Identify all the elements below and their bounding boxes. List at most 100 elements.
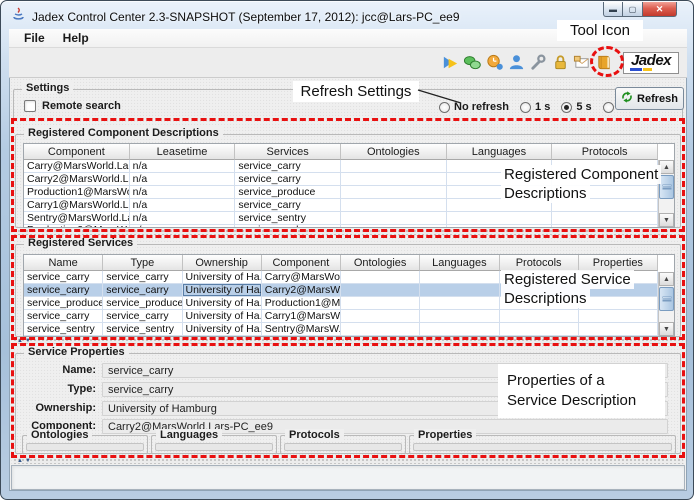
table-cell[interactable] xyxy=(341,225,447,228)
wrench-icon[interactable] xyxy=(528,52,549,74)
scroll-down-icon[interactable]: ▼ xyxy=(659,213,674,227)
message-icon[interactable] xyxy=(572,52,593,74)
table-cell[interactable]: University of Ha... xyxy=(183,284,262,297)
scroll-up-icon[interactable]: ▲ xyxy=(659,272,674,286)
table-cell[interactable] xyxy=(341,199,447,212)
table-cell[interactable] xyxy=(500,336,579,337)
table-cell[interactable]: University of Ha... xyxy=(183,297,262,310)
starter-icon[interactable] xyxy=(440,52,461,74)
table-cell[interactable] xyxy=(420,336,499,337)
table-cell[interactable] xyxy=(552,225,658,228)
table-cell[interactable]: University of Ha... xyxy=(183,310,262,323)
table-cell[interactable]: n/a xyxy=(130,186,236,199)
table-cell[interactable]: service_produce xyxy=(103,336,182,337)
column-header[interactable]: Languages xyxy=(420,255,499,271)
scheduler-icon[interactable] xyxy=(484,52,505,74)
column-header[interactable]: Component xyxy=(262,255,341,271)
table-cell[interactable]: service_carry xyxy=(103,284,182,297)
table-cell[interactable] xyxy=(500,323,579,336)
remote-search-checkbox[interactable]: Remote search xyxy=(24,100,121,112)
refresh-radio-1-s[interactable]: 1 s xyxy=(520,101,550,113)
table-cell[interactable] xyxy=(341,212,447,225)
table-row[interactable]: Production2@MarsWo...n/aservice_produce xyxy=(24,225,658,228)
column-header[interactable]: Name xyxy=(24,255,103,271)
column-header[interactable]: Properties xyxy=(579,255,658,271)
table-cell[interactable]: n/a xyxy=(130,225,236,228)
splitter-collapse-icon[interactable]: ▲ xyxy=(17,458,23,464)
user-icon[interactable] xyxy=(506,52,527,74)
table-cell[interactable] xyxy=(579,310,658,323)
splitter-3[interactable]: ▲ ▼ xyxy=(13,458,683,464)
table-row[interactable]: service_carryservice_carryUniversity of … xyxy=(24,310,658,323)
table-cell[interactable]: University of Ha... xyxy=(183,323,262,336)
table-cell[interactable] xyxy=(341,186,447,199)
column-header[interactable]: Ontologies xyxy=(341,255,420,271)
column-header[interactable]: Languages xyxy=(447,144,553,160)
table-cell[interactable] xyxy=(579,323,658,336)
table-cell[interactable]: n/a xyxy=(130,173,236,186)
column-header[interactable]: Protocols xyxy=(552,144,658,160)
table-cell[interactable] xyxy=(552,212,658,225)
refresh-radio-5-s[interactable]: 5 s xyxy=(561,101,591,113)
security-lock-icon[interactable] xyxy=(550,52,571,74)
titlebar[interactable]: Jadex Control Center 2.3-SNAPSHOT (Septe… xyxy=(11,8,460,26)
table-cell[interactable]: service_produce xyxy=(235,186,341,199)
table-cell[interactable]: Carry1@MarsWorld.La... xyxy=(24,199,130,212)
table-cell[interactable]: service_sentry xyxy=(235,212,341,225)
radio-icon[interactable] xyxy=(561,102,572,113)
table-cell[interactable]: Production1@MarsWo... xyxy=(24,186,130,199)
table-cell[interactable] xyxy=(420,310,499,323)
table-cell[interactable]: Sentry@MarsWorld.La... xyxy=(24,212,130,225)
checkbox-box[interactable] xyxy=(24,100,36,112)
table-cell[interactable] xyxy=(420,284,499,297)
table-row[interactable]: service_produceservice_produceUniversity… xyxy=(24,336,658,337)
table-cell[interactable]: Carry@MarsWorld.Lar... xyxy=(24,160,130,173)
table-cell[interactable] xyxy=(341,310,420,323)
minimize-button[interactable]: ▬ xyxy=(603,2,623,17)
column-header[interactable]: Protocols xyxy=(500,255,579,271)
radio-icon[interactable] xyxy=(603,102,614,113)
table-cell[interactable]: Carry@MarsWor... xyxy=(262,271,341,284)
table-cell[interactable]: Sentry@MarsW... xyxy=(262,323,341,336)
table-cell[interactable] xyxy=(579,336,658,337)
table-cell[interactable]: Carry1@MarsW... xyxy=(262,310,341,323)
table-cell[interactable] xyxy=(447,225,553,228)
table-cell[interactable]: service_carry xyxy=(235,173,341,186)
services-scrollbar[interactable]: ▲ ▼ xyxy=(658,272,674,336)
table-cell[interactable]: Carry2@MarsWorld.La... xyxy=(24,173,130,186)
column-header[interactable]: Component xyxy=(24,144,130,160)
radio-icon[interactable] xyxy=(520,102,531,113)
table-cell[interactable] xyxy=(341,160,447,173)
table-cell[interactable]: n/a xyxy=(130,199,236,212)
table-cell[interactable]: Production1@M... xyxy=(262,297,341,310)
table-cell[interactable] xyxy=(447,212,553,225)
table-cell[interactable]: University of Ha... xyxy=(183,271,262,284)
refresh-button[interactable]: Refresh xyxy=(615,87,684,110)
menu-file[interactable]: File xyxy=(17,30,52,46)
menu-help[interactable]: Help xyxy=(56,30,96,46)
column-header[interactable]: Type xyxy=(103,255,182,271)
table-cell[interactable]: Production2@MarsWo... xyxy=(24,225,130,228)
table-cell[interactable] xyxy=(420,271,499,284)
column-header[interactable]: Services xyxy=(235,144,341,160)
scrollbar-thumb[interactable] xyxy=(659,287,674,311)
table-cell[interactable]: service_carry xyxy=(235,160,341,173)
table-cell[interactable]: service_sentry xyxy=(24,323,103,336)
table-cell[interactable] xyxy=(420,297,499,310)
table-cell[interactable]: service_carry xyxy=(235,199,341,212)
conversation-icon[interactable] xyxy=(462,52,483,74)
table-cell[interactable] xyxy=(341,336,420,337)
table-row[interactable]: service_sentryservice_sentryUniversity o… xyxy=(24,323,658,336)
table-cell[interactable]: service_produce xyxy=(235,225,341,228)
close-button[interactable]: ✕ xyxy=(643,2,677,17)
table-cell[interactable]: service_carry xyxy=(103,271,182,284)
table-cell[interactable] xyxy=(341,271,420,284)
table-cell[interactable]: service_carry xyxy=(24,284,103,297)
table-cell[interactable]: service_carry xyxy=(103,310,182,323)
table-cell[interactable]: service_carry xyxy=(24,310,103,323)
table-row[interactable]: Sentry@MarsWorld.La...n/aservice_sentry xyxy=(24,212,658,225)
splitter-collapse-icon[interactable]: ▲ xyxy=(17,338,23,344)
scroll-down-icon[interactable]: ▼ xyxy=(659,322,674,336)
table-cell[interactable] xyxy=(341,323,420,336)
splitter-2[interactable]: ▲ ▼ xyxy=(13,338,683,344)
